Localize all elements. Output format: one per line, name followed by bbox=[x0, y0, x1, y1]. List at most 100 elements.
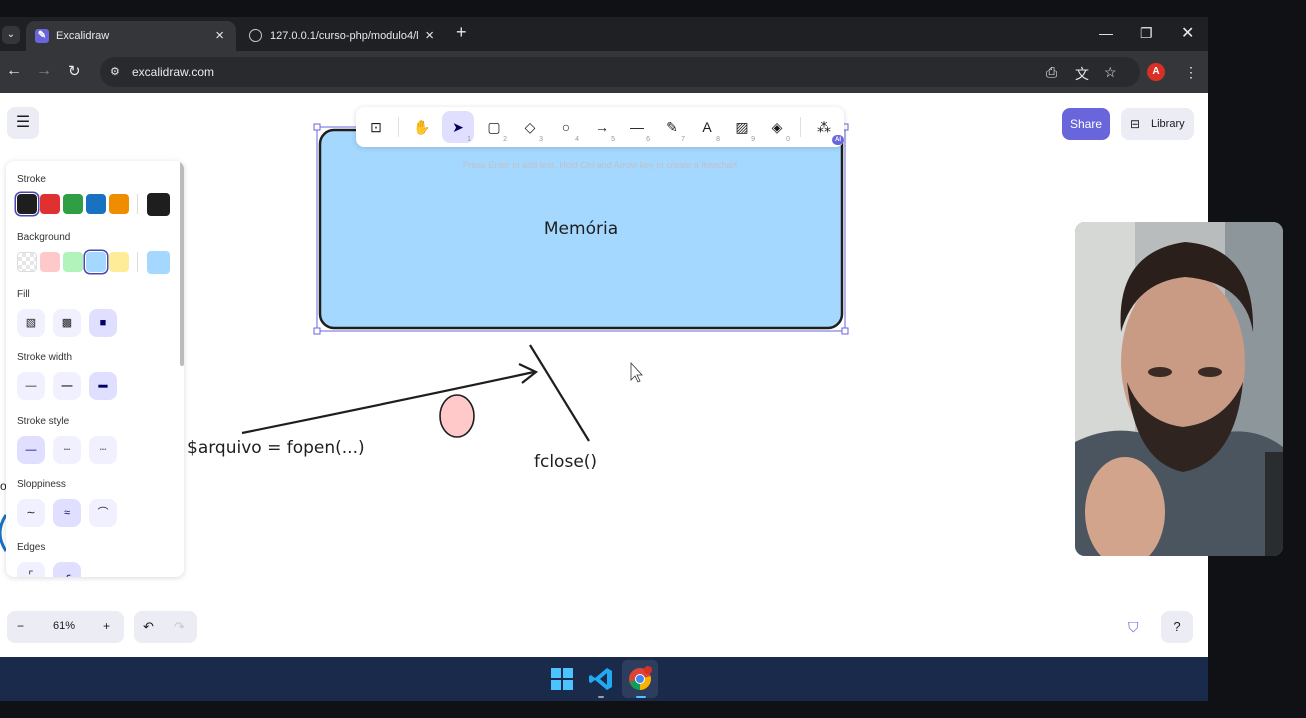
minimize-icon[interactable]: — bbox=[1099, 25, 1113, 41]
stroke-style-dotted-icon[interactable]: ┈ bbox=[89, 436, 117, 464]
background-swatch-blue[interactable] bbox=[86, 252, 106, 272]
sloppiness-label: Sloppiness bbox=[17, 479, 66, 490]
ai-badge: AI bbox=[832, 135, 844, 145]
mouse-cursor-icon bbox=[630, 361, 643, 383]
stroke-swatch-black[interactable] bbox=[17, 194, 37, 214]
selection-handle[interactable] bbox=[313, 327, 321, 335]
sloppiness-cartoonist-icon[interactable]: ⌒ bbox=[89, 499, 117, 527]
stroke-swatch-green[interactable] bbox=[63, 194, 83, 214]
select-icon[interactable]: ➤ 1 bbox=[442, 111, 474, 143]
stroke-swatch-blue[interactable] bbox=[86, 194, 106, 214]
text-icon[interactable]: A8 bbox=[691, 111, 723, 143]
stroke-width-label: Stroke width bbox=[17, 352, 73, 363]
restore-icon[interactable]: ❐ bbox=[1140, 25, 1153, 42]
tab-localhost[interactable]: 127.0.0.1/curso-php/modulo4/l × bbox=[240, 21, 446, 51]
selection-handle[interactable] bbox=[841, 327, 849, 335]
new-tab-plus-icon[interactable]: + bbox=[456, 22, 467, 43]
fill-solid-icon[interactable]: ■ bbox=[89, 309, 117, 337]
edges-sharp-icon[interactable]: ⌜ bbox=[17, 562, 45, 577]
undo-icon[interactable]: ↶ bbox=[143, 619, 154, 635]
extra-tools-icon[interactable]: ⁂ AI bbox=[808, 111, 844, 145]
background-swatch-pink[interactable] bbox=[40, 252, 60, 272]
excalidraw-canvas[interactable]: Memória Press Enter to add text. Hold Ct… bbox=[0, 93, 1208, 657]
edges-round-icon[interactable]: ╭ bbox=[53, 562, 81, 577]
shapes-toolbar: ⊡ ✋ ➤ 1 ▢ 2 ◇ 3 ○ 4 → 5 —6 ✎ 7 A8 ▨ 9 ◈ 0 ⁂ AI bbox=[356, 107, 844, 147]
tab-close-icon[interactable]: × bbox=[215, 27, 224, 44]
shield-icon[interactable]: ⛉ bbox=[1128, 619, 1144, 635]
background-current-color[interactable] bbox=[147, 251, 170, 274]
browser-menu-icon[interactable]: ⋮ bbox=[1184, 64, 1198, 81]
main-menu-button[interactable]: ☰ bbox=[7, 107, 39, 139]
line-icon[interactable]: —6 bbox=[621, 111, 653, 143]
browser-tab-bar: ⌄ ✎ Excalidraw × 127.0.0.1/curso-php/mod… bbox=[0, 17, 1208, 51]
site-settings-icon[interactable]: ⚙ bbox=[110, 65, 124, 79]
stroke-label: Stroke bbox=[17, 174, 46, 185]
help-icon[interactable]: ? bbox=[1161, 611, 1193, 643]
install-app-icon[interactable]: ⎙ bbox=[1046, 64, 1057, 81]
swatch-divider bbox=[137, 194, 138, 214]
zoom-in-icon[interactable]: + bbox=[103, 619, 110, 633]
arrow-icon[interactable]: → 5 bbox=[586, 111, 618, 143]
hand-icon[interactable]: ✋ bbox=[406, 111, 438, 143]
redo-icon[interactable]: ↷ bbox=[174, 619, 185, 635]
eraser-icon[interactable]: ◈ 0 bbox=[761, 111, 793, 143]
back-arrow-icon[interactable]: ← bbox=[6, 62, 22, 80]
lock-icon[interactable]: ⊡ bbox=[360, 111, 392, 143]
fclose-text[interactable]: fclose() bbox=[534, 452, 597, 472]
chrome-icon[interactable] bbox=[627, 666, 653, 692]
stroke-current-color[interactable] bbox=[147, 193, 170, 216]
share-button[interactable]: Share bbox=[1062, 108, 1110, 140]
translate-icon[interactable]: 文 bbox=[1075, 64, 1089, 84]
tab-title: Excalidraw bbox=[56, 30, 110, 42]
toolbar-divider bbox=[398, 117, 399, 137]
bookmark-star-icon[interactable]: ☆ bbox=[1104, 64, 1117, 81]
vscode-icon[interactable] bbox=[588, 666, 614, 692]
background-swatch-yellow[interactable] bbox=[109, 252, 129, 272]
stroke-width-extra-bold-icon[interactable]: ━ bbox=[89, 372, 117, 400]
tab-close-icon[interactable]: × bbox=[425, 27, 434, 44]
image-icon[interactable]: ▨ 9 bbox=[726, 111, 758, 143]
fopen-text[interactable]: $arquivo = fopen(...) bbox=[187, 438, 365, 458]
background-swatch-transparent[interactable] bbox=[17, 252, 37, 272]
draw-icon[interactable]: ✎ 7 bbox=[656, 111, 688, 143]
selection-handle[interactable] bbox=[313, 123, 321, 131]
fill-crosshatch-icon[interactable]: ▩ bbox=[53, 309, 81, 337]
rectangle-icon[interactable]: ▢ 2 bbox=[478, 111, 510, 143]
library-button[interactable]: ⊟ Library bbox=[1121, 108, 1194, 140]
stroke-style-label: Stroke style bbox=[17, 416, 70, 427]
chrome-running-indicator bbox=[636, 696, 646, 698]
sloppiness-architect-icon[interactable]: ∼ bbox=[17, 499, 45, 527]
zoom-level[interactable]: 61% bbox=[53, 620, 75, 632]
panel-scrollbar[interactable] bbox=[180, 161, 184, 366]
windows-start-icon[interactable] bbox=[549, 666, 575, 692]
fill-hachure-icon[interactable]: ▧ bbox=[17, 309, 45, 337]
url-text[interactable]: excalidraw.com bbox=[132, 65, 214, 79]
sloppiness-artist-icon[interactable]: ≈ bbox=[53, 499, 81, 527]
stroke-width-thin-icon[interactable]: — bbox=[17, 372, 45, 400]
tab-title: 127.0.0.1/curso-php/modulo4/l bbox=[270, 30, 419, 42]
pink-ellipse[interactable] bbox=[439, 394, 475, 438]
vscode-running-indicator bbox=[598, 696, 604, 698]
background-swatch-green[interactable] bbox=[63, 252, 83, 272]
undo-redo-controls: ↶ ↷ bbox=[134, 611, 197, 643]
ellipse-icon[interactable]: ○ 4 bbox=[550, 111, 582, 143]
stroke-swatch-red[interactable] bbox=[40, 194, 60, 214]
url-omnibox[interactable]: ⚙ excalidraw.com bbox=[100, 57, 1140, 87]
memory-label[interactable]: Memória bbox=[544, 219, 618, 239]
stroke-swatch-orange[interactable] bbox=[109, 194, 129, 214]
stroke-style-dashed-icon[interactable]: ┄ bbox=[53, 436, 81, 464]
close-window-icon[interactable]: ✕ bbox=[1181, 23, 1194, 43]
tab-excalidraw[interactable]: ✎ Excalidraw × bbox=[26, 21, 236, 51]
zoom-out-icon[interactable]: − bbox=[17, 619, 24, 633]
tab-search-chevron-icon[interactable]: ⌄ bbox=[2, 26, 20, 44]
stroke-width-bold-icon[interactable]: — bbox=[53, 372, 81, 400]
arrow-shape[interactable] bbox=[241, 370, 535, 435]
diamond-icon[interactable]: ◇ 3 bbox=[514, 111, 546, 143]
reload-icon[interactable]: ↻ bbox=[68, 62, 81, 80]
properties-panel: Stroke Background Fill ▧ ▩ ■ Stroke widt… bbox=[6, 161, 184, 577]
stroke-style-solid-icon[interactable]: — bbox=[17, 436, 45, 464]
forward-arrow-icon[interactable]: → bbox=[36, 62, 52, 80]
profile-avatar[interactable]: A bbox=[1147, 63, 1165, 81]
line-shape[interactable] bbox=[529, 344, 590, 442]
excalidraw-favicon-icon: ✎ bbox=[35, 29, 49, 43]
